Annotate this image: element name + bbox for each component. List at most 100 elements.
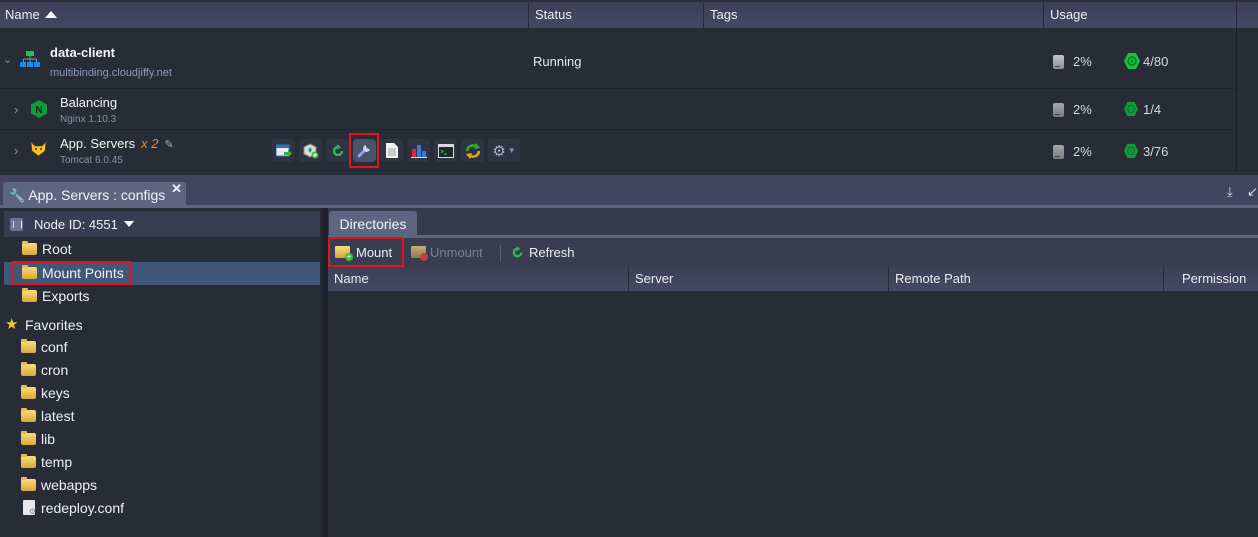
tree-item-label: conf [41, 339, 68, 355]
disk-icon [1053, 145, 1064, 159]
statistics-button[interactable] [407, 139, 430, 162]
node-count[interactable]: x 2 [141, 136, 158, 151]
tree-item-lib[interactable]: lib [4, 428, 320, 451]
open-in-browser-button[interactable] [272, 139, 295, 162]
tree-item-favorites[interactable]: ★ Favorites [4, 314, 320, 337]
cloudlet-icon [1124, 53, 1140, 69]
node-version: Nginx 1.10.3 [60, 114, 117, 125]
browser-open-icon [275, 144, 292, 157]
refresh-label: Refresh [529, 245, 575, 260]
tomcat-icon [30, 141, 47, 157]
disk-icon [1053, 103, 1064, 117]
environment-status: Running [533, 54, 582, 69]
column-header-extra [1236, 2, 1258, 28]
mount-button-highlight [328, 237, 404, 267]
unmount-label: Unmount [430, 245, 483, 260]
file-tree-pane: Node ID: 4551 Root Mount Points Exports … [0, 208, 322, 537]
node-selector-label: Node ID: 4551 [34, 217, 134, 232]
node-cloudlets: 1/4 [1143, 102, 1162, 117]
column-header-usage[interactable]: Usage [1043, 2, 1236, 28]
folder-icon [22, 241, 37, 255]
column-header-name[interactable]: Name [0, 2, 528, 28]
export-folder-icon [22, 288, 37, 302]
redeploy-button[interactable] [461, 139, 484, 162]
node-selector[interactable]: Node ID: 4551 [4, 211, 320, 238]
add-node-button[interactable] [299, 139, 322, 162]
directories-pane: Directories + Mount Unmount Refresh Name… [323, 208, 1258, 537]
node-row-app-servers[interactable]: › App. Servers x 2 ✎ Tomcat 6.0.45 2% 3/76 [0, 131, 1236, 172]
tree-item-label: redeploy.conf [41, 500, 125, 516]
additional-settings-button[interactable]: ⚙ ▼ [488, 139, 520, 162]
folder-icon [21, 454, 36, 468]
column-header-tags[interactable]: Tags [703, 2, 1043, 28]
tree-item-root[interactable]: Root [4, 238, 320, 261]
svg-text:N: N [35, 105, 42, 116]
unmount-button[interactable]: Unmount [410, 238, 490, 267]
tree-item-conf[interactable]: conf [4, 336, 320, 359]
caret-down-icon [123, 221, 134, 227]
expand-icon[interactable]: ↙ [1247, 184, 1258, 200]
node-disk-usage: 2% [1073, 102, 1092, 117]
gear-icon: ⚙ [492, 142, 506, 160]
document-icon [385, 143, 398, 158]
node-id-text: Node ID: 4551 [34, 217, 118, 232]
nginx-icon: N [31, 100, 47, 118]
bar-chart-icon [410, 144, 427, 158]
tree-item-label: Root [42, 241, 72, 257]
environment-domain-link[interactable]: multibinding.cloudjiffy.net [50, 67, 172, 79]
column-header-permission[interactable]: Permission [1163, 267, 1258, 291]
node-disk-usage: 2% [1073, 144, 1092, 159]
tree-item-label: lib [41, 431, 56, 447]
close-tab-button[interactable]: ✕ [171, 176, 182, 202]
node-version: Tomcat 6.0.45 [60, 155, 123, 166]
folder-icon [21, 408, 36, 422]
node-cloudlets: 3/76 [1143, 144, 1169, 159]
environment-row[interactable]: ⌄ data-client multibinding.cloudjiffy.ne… [0, 28, 1236, 89]
folder-icon [21, 385, 36, 399]
pencil-icon[interactable]: ✎ [165, 139, 174, 151]
tree-item-label: Exports [42, 288, 90, 304]
chevron-down-icon[interactable]: ⌄ [3, 53, 12, 66]
wrench-icon: 🔧 [9, 188, 26, 203]
panel-tab-title: App. Servers : configs [28, 187, 166, 203]
web-ssh-button[interactable] [434, 139, 457, 162]
folder-icon [21, 477, 36, 491]
log-button[interactable] [380, 139, 403, 162]
refresh-button[interactable]: Refresh [510, 238, 585, 267]
tree-item-redeploy-conf[interactable]: redeploy.conf [4, 497, 320, 520]
directories-toolbar: + Mount Unmount Refresh [328, 238, 1258, 267]
column-header-remote-path[interactable]: Remote Path [888, 267, 1163, 291]
tree-item-cron[interactable]: cron [4, 359, 320, 382]
column-header-status[interactable]: Status [528, 2, 703, 28]
directories-tab-bar: Directories [328, 208, 1258, 238]
toolbar-separator [500, 245, 501, 261]
node-name: Balancing [60, 95, 118, 110]
add-node-icon [303, 142, 318, 158]
config-file-icon [23, 500, 36, 516]
tree-item-keys[interactable]: keys [4, 382, 320, 405]
tree-item-webapps[interactable]: webapps [4, 474, 320, 497]
tree-item-label: latest [41, 408, 75, 424]
tree-item-label: keys [41, 385, 70, 401]
column-header-server[interactable]: Server [628, 267, 888, 291]
panel-tab-bar: 🔧 App. Servers : configs ✕ [0, 172, 1258, 208]
terminal-icon [437, 143, 454, 158]
restart-button[interactable] [326, 139, 349, 162]
column-header-name-label: Name [5, 7, 40, 22]
column-header-name[interactable]: Name [328, 267, 628, 291]
grid-header: Name Status Tags Usage [0, 0, 1258, 28]
node-row-balancing[interactable]: › N Balancing Nginx 1.10.3 2% 1/4 [0, 90, 1236, 130]
tree-item-latest[interactable]: latest [4, 405, 320, 428]
environment-name[interactable]: data-client [50, 45, 115, 60]
chevron-right-icon[interactable]: › [14, 143, 18, 158]
environment-grid: ⌄ data-client multibinding.cloudjiffy.ne… [0, 28, 1258, 172]
tree-item-exports[interactable]: Exports [4, 285, 320, 308]
mount-points-highlight [12, 261, 131, 285]
tree-item-temp[interactable]: temp [4, 451, 320, 474]
grid-column-separator [1236, 28, 1237, 172]
node-name-label: App. Servers [60, 136, 136, 151]
chevron-right-icon[interactable]: › [14, 102, 18, 117]
tree-item-label: temp [41, 454, 73, 470]
tab-directories[interactable]: Directories [329, 211, 417, 238]
download-icon[interactable]: ⤓ [1227, 184, 1233, 200]
